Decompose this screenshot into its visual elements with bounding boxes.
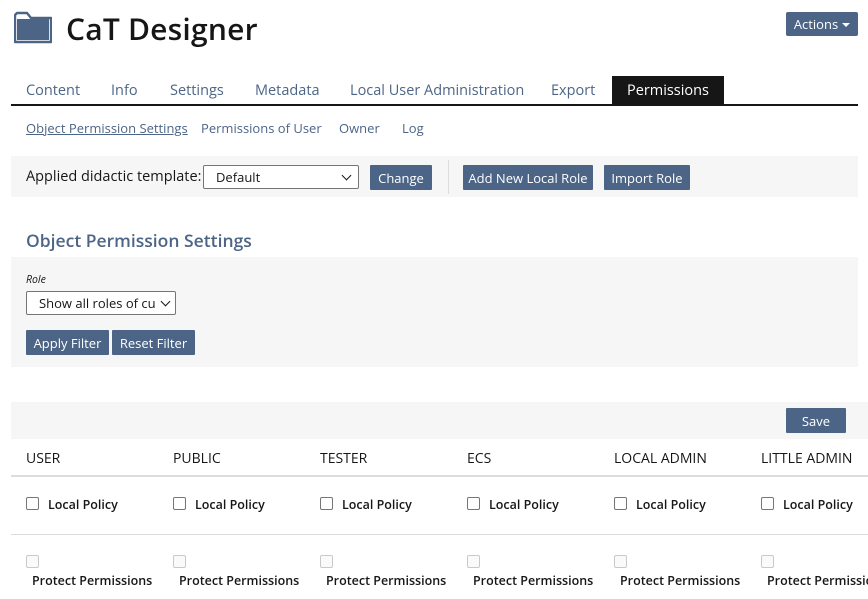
column-header-public: PUBLIC — [173, 449, 221, 468]
didactic-template-select[interactable]: Default — [203, 165, 359, 189]
page-title: CaT Designer — [66, 8, 258, 49]
column-header-local-admin: LOCAL ADMIN — [614, 449, 707, 468]
save-button[interactable]: Save — [786, 408, 846, 433]
local-policy-label: Local Policy — [636, 496, 706, 513]
protect-permissions-checkbox-little-admin — [761, 555, 774, 568]
column-header-user: USER — [26, 449, 61, 468]
protect-permissions-checkbox-local-admin — [614, 555, 627, 568]
local-policy-label: Local Policy — [342, 496, 412, 513]
local-policy-checkbox-ecs[interactable] — [467, 497, 480, 510]
local-policy-checkbox-little-admin[interactable] — [761, 497, 774, 510]
section-title: Object Permission Settings — [26, 229, 252, 253]
protect-permissions-label: Protect Permissions — [179, 572, 300, 589]
tab-info[interactable]: Info — [111, 76, 138, 104]
column-header-ecs: ECS — [467, 449, 492, 468]
protect-permissions-checkbox-tester — [320, 555, 333, 568]
tab-permissions[interactable]: Permissions — [612, 76, 724, 104]
actions-button[interactable]: Actions — [786, 12, 858, 36]
column-header-little-admin: LITTLE ADMIN — [761, 449, 853, 468]
protect-permissions-checkbox-ecs — [467, 555, 480, 568]
row-divider — [11, 534, 868, 535]
protect-permissions-label: Protect Permissions — [620, 572, 741, 589]
chevron-down-icon — [160, 296, 171, 307]
didactic-template-value: Default — [216, 168, 261, 186]
local-policy-label: Local Policy — [783, 496, 853, 513]
caret-down-icon — [842, 23, 851, 27]
local-policy-checkbox-user[interactable] — [26, 497, 39, 510]
tab-bar: Content Info Settings Metadata Local Use… — [11, 76, 858, 106]
role-filter-value: Show all roles of cur — [39, 294, 156, 312]
local-policy-label: Local Policy — [489, 496, 559, 513]
column-header-tester: TESTER — [320, 449, 368, 468]
tab-local-user-administration[interactable]: Local User Administration — [350, 76, 524, 104]
toolbar-divider — [448, 160, 449, 194]
change-button[interactable]: Change — [370, 165, 432, 190]
local-policy-checkbox-local-admin[interactable] — [614, 497, 627, 510]
subtab-permissions-of-user[interactable]: Permissions of User — [201, 119, 322, 137]
protect-permissions-label: Protect Permissions — [326, 572, 447, 589]
protect-permissions-checkbox-user — [26, 555, 39, 568]
protect-permissions-label: Protect Permissions — [32, 572, 153, 589]
role-label: Role — [26, 273, 46, 287]
local-policy-label: Local Policy — [48, 496, 118, 513]
tab-content[interactable]: Content — [26, 76, 80, 104]
subtab-object-permission-settings[interactable]: Object Permission Settings — [26, 119, 188, 137]
header-divider — [11, 475, 868, 477]
protect-permissions-label: Protect Permissions — [767, 572, 868, 589]
actions-label: Actions — [793, 15, 839, 33]
subtab-owner[interactable]: Owner — [339, 119, 380, 137]
tab-export[interactable]: Export — [551, 76, 595, 104]
tab-metadata[interactable]: Metadata — [255, 76, 320, 104]
apply-filter-button[interactable]: Apply Filter — [26, 330, 109, 355]
local-policy-checkbox-tester[interactable] — [320, 497, 333, 510]
didactic-template-label: Applied didactic template: — [26, 167, 202, 186]
protect-permissions-checkbox-public — [173, 555, 186, 568]
local-policy-label: Local Policy — [195, 496, 265, 513]
role-filter-select[interactable]: Show all roles of cur — [26, 291, 176, 315]
protect-permissions-label: Protect Permissions — [473, 572, 594, 589]
reset-filter-button[interactable]: Reset Filter — [112, 330, 195, 355]
tab-settings[interactable]: Settings — [170, 76, 224, 104]
chevron-down-icon — [341, 170, 352, 181]
add-new-local-role-button[interactable]: Add New Local Role — [463, 165, 593, 190]
local-policy-checkbox-public[interactable] — [173, 497, 186, 510]
folder-icon — [14, 11, 52, 44]
subtab-log[interactable]: Log — [402, 119, 424, 137]
import-role-button[interactable]: Import Role — [604, 165, 690, 190]
table-action-bar — [11, 402, 868, 439]
